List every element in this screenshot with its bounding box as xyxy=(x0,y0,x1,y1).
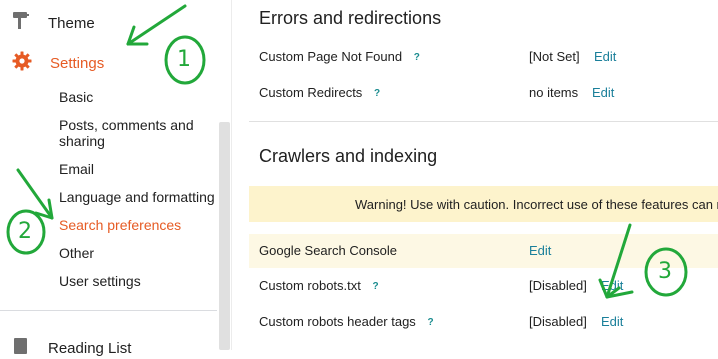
custom-robots-header-tags-label: Custom robots header tags ? xyxy=(259,314,434,329)
row-label-text: Custom Page Not Found xyxy=(259,49,403,64)
custom-page-not-found-label: Custom Page Not Found ? xyxy=(259,49,420,64)
custom-redirects-value: no items xyxy=(529,85,579,100)
help-icon[interactable]: ? xyxy=(374,88,380,99)
panel-separator xyxy=(231,0,232,350)
warning-banner: Warning! Use with caution. Incorrect use… xyxy=(249,186,718,222)
custom-robots-header-tags-value: [Disabled] xyxy=(529,314,587,329)
custom-robots-txt-value: [Disabled] xyxy=(529,278,587,293)
nav-theme-label: Theme xyxy=(48,14,95,32)
nav-reading-list-label: Reading List xyxy=(48,339,132,357)
nav-reading-list[interactable]: Reading List xyxy=(12,337,131,359)
help-icon[interactable]: ? xyxy=(373,281,379,292)
warning-text: Warning! Use with caution. Incorrect use… xyxy=(355,196,718,212)
help-icon[interactable]: ? xyxy=(414,52,420,63)
help-icon[interactable]: ? xyxy=(427,317,433,328)
google-search-console-edit-link[interactable]: Edit xyxy=(529,243,551,258)
sidebar-item-email[interactable]: Email xyxy=(59,161,209,177)
row-label-text: Custom Redirects xyxy=(259,85,363,100)
sidebar-item-search-preferences[interactable]: Search preferences xyxy=(59,217,209,233)
paint-roller-icon xyxy=(12,11,30,35)
sidebar-item-user-settings[interactable]: User settings xyxy=(59,273,209,289)
custom-page-not-found-value: [Not Set] xyxy=(529,49,580,64)
annotation-number-2: 2 xyxy=(18,219,32,244)
custom-robots-txt-edit-link[interactable]: Edit xyxy=(601,278,623,293)
nav-settings[interactable]: Settings xyxy=(12,51,104,75)
custom-robots-txt-label: Custom robots.txt ? xyxy=(259,278,379,293)
annotation-number-1: 1 xyxy=(177,47,191,72)
sidebar-divider xyxy=(0,310,217,311)
annotation-number-3: 3 xyxy=(658,259,672,284)
crawlers-section-title: Crawlers and indexing xyxy=(259,146,438,166)
custom-redirects-label: Custom Redirects ? xyxy=(259,85,380,100)
sidebar-scrollbar[interactable] xyxy=(219,122,230,350)
row-label-text: Custom robots.txt xyxy=(259,278,361,293)
sidebar-item-posts-comments-sharing[interactable]: Posts, comments and sharing xyxy=(59,117,209,149)
gear-icon xyxy=(12,51,32,75)
custom-page-not-found-edit-link[interactable]: Edit xyxy=(594,49,616,64)
sidebar-item-basic[interactable]: Basic xyxy=(59,89,209,105)
custom-redirects-edit-link[interactable]: Edit xyxy=(592,85,614,100)
nav-theme[interactable]: Theme xyxy=(12,11,95,35)
row-label-text: Custom robots header tags xyxy=(259,314,416,329)
section-divider xyxy=(249,121,718,122)
custom-robots-header-tags-edit-link[interactable]: Edit xyxy=(601,314,623,329)
sidebar-item-other[interactable]: Other xyxy=(59,245,209,261)
errors-section-title: Errors and redirections xyxy=(259,8,442,28)
nav-settings-label: Settings xyxy=(50,54,105,72)
list-icon xyxy=(12,337,30,359)
sidebar-item-language-formatting[interactable]: Language and formatting xyxy=(59,189,217,205)
google-search-console-label: Google Search Console xyxy=(259,243,398,258)
